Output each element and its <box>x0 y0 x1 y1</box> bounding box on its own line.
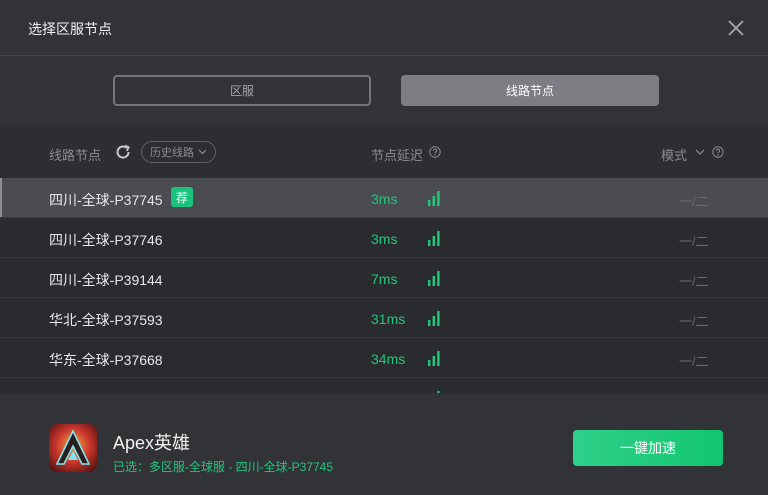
mode-help-icon[interactable] <box>712 146 724 158</box>
signal-strength-icon <box>428 311 440 326</box>
signal-strength-icon <box>428 351 440 366</box>
table-row-partial[interactable] <box>0 378 768 393</box>
node-latency: 3ms <box>371 191 398 207</box>
recommended-badge: 荐 <box>171 187 193 207</box>
app-name: Apex英雄 <box>113 433 191 453</box>
table-row[interactable]: 四川-全球-P37746 3ms 一/二 <box>0 218 768 258</box>
node-mode: 一/二 <box>679 194 709 209</box>
tab-bar: 区服 线路节点 <box>0 56 768 126</box>
mode-chevron-down-icon[interactable] <box>695 148 705 156</box>
close-icon[interactable] <box>724 16 748 40</box>
column-header-mode: 模式 <box>661 148 688 163</box>
node-latency: 31ms <box>371 311 406 327</box>
one-click-accelerate-button[interactable]: 一键加速 <box>573 430 723 466</box>
table-header: 线路节点 历史线路 节点延迟 模式 <box>0 126 768 178</box>
table-row[interactable]: 四川-全球-P37745 荐 3ms 一/二 <box>0 178 768 218</box>
column-header-node: 线路节点 <box>49 148 102 163</box>
column-header-latency: 节点延迟 <box>371 148 424 163</box>
node-name: 四川-全球-P37746 <box>49 232 163 248</box>
tab-region[interactable]: 区服 <box>113 75 371 106</box>
table-row[interactable]: 四川-全球-P39144 7ms 一/二 <box>0 258 768 298</box>
refresh-icon[interactable] <box>114 143 132 161</box>
node-mode: 一/二 <box>679 234 709 249</box>
node-latency: 7ms <box>371 271 398 287</box>
signal-strength-icon <box>428 231 440 246</box>
node-table: 线路节点 历史线路 节点延迟 模式 四川-全球-P37745 荐 3ms 一/二… <box>0 126 768 393</box>
tab-route-node[interactable]: 线路节点 <box>401 75 659 106</box>
apex-game-icon <box>49 424 97 472</box>
node-name: 华北-全球-P37593 <box>49 312 163 328</box>
signal-strength-icon <box>428 271 440 286</box>
node-latency: 3ms <box>371 231 398 247</box>
node-mode: 一/二 <box>679 274 709 289</box>
node-name: 四川-全球-P39144 <box>49 272 163 288</box>
selected-node-text: 已选：多区服-全球服 - 四川-全球-P37745 <box>113 460 334 474</box>
node-name: 华东-全球-P37668 <box>49 352 163 368</box>
table-row[interactable]: 华东-全球-P37668 34ms 一/二 <box>0 338 768 378</box>
title-bar: 选择区服节点 <box>0 0 768 56</box>
history-route-label: 历史线路 <box>150 147 194 159</box>
dialog-title: 选择区服节点 <box>28 21 112 37</box>
chevron-down-icon <box>198 149 207 155</box>
node-latency: 34ms <box>371 351 406 367</box>
help-icon[interactable] <box>429 146 441 158</box>
table-row[interactable]: 华北-全球-P37593 31ms 一/二 <box>0 298 768 338</box>
node-name: 四川-全球-P37745 <box>49 192 163 208</box>
node-mode: 一/二 <box>679 354 709 369</box>
signal-strength-icon <box>428 191 440 206</box>
node-mode: 一/二 <box>679 314 709 329</box>
history-route-dropdown[interactable]: 历史线路 <box>141 141 216 163</box>
footer-bar: Apex英雄 已选：多区服-全球服 - 四川-全球-P37745 一键加速 <box>0 393 768 495</box>
